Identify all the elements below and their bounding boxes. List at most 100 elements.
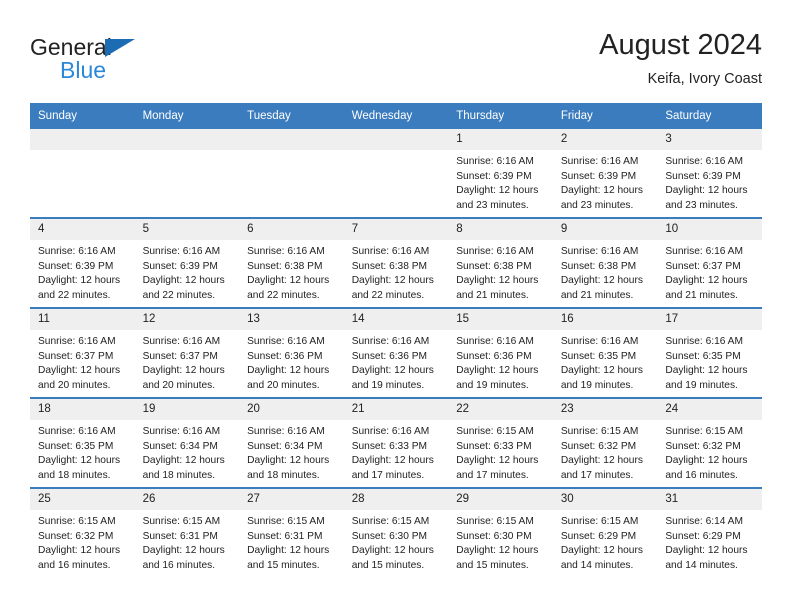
sunrise-text: Sunrise: 6:15 AM: [456, 426, 534, 437]
daylight-text: Daylight: 12 hours and 20 minutes.: [142, 365, 225, 391]
calendar-day-cell[interactable]: 31 Sunrise: 6:14 AM Sunset: 6:29 PM Dayl…: [657, 487, 762, 577]
daylight-text: Daylight: 12 hours and 14 minutes.: [560, 545, 643, 571]
calendar-day-cell[interactable]: 30 Sunrise: 6:15 AM Sunset: 6:29 PM Dayl…: [552, 487, 658, 577]
calendar-day-cell[interactable]: 8 Sunrise: 6:16 AM Sunset: 6:38 PM Dayli…: [448, 217, 553, 308]
calendar-day-cell[interactable]: 12 Sunrise: 6:16 AM Sunset: 6:37 PM Dayl…: [134, 307, 240, 398]
daylight-text: Daylight: 12 hours and 23 minutes.: [665, 185, 748, 211]
day-sun-info: Sunrise: 6:16 AM Sunset: 6:38 PM Dayligh…: [344, 240, 449, 303]
page-title: August 2024: [599, 29, 762, 61]
weekday-header-thursday: Thursday: [448, 103, 553, 129]
daylight-text: Daylight: 12 hours and 15 minutes.: [456, 545, 539, 571]
day-number: 6: [239, 219, 344, 240]
day-sun-info: Sunrise: 6:16 AM Sunset: 6:37 PM Dayligh…: [30, 330, 135, 393]
calendar-week-row: 25 Sunrise: 6:15 AM Sunset: 6:32 PM Dayl…: [30, 487, 762, 577]
day-sun-info: Sunrise: 6:16 AM Sunset: 6:33 PM Dayligh…: [344, 420, 449, 483]
sunrise-text: Sunrise: 6:16 AM: [665, 246, 743, 257]
calendar-day-cell[interactable]: 26 Sunrise: 6:15 AM Sunset: 6:31 PM Dayl…: [134, 487, 240, 577]
calendar-day-cell[interactable]: 14 Sunrise: 6:16 AM Sunset: 6:36 PM Dayl…: [343, 307, 449, 398]
day-sun-info: Sunrise: 6:15 AM Sunset: 6:32 PM Dayligh…: [657, 420, 762, 483]
day-sun-info: Sunrise: 6:16 AM Sunset: 6:38 PM Dayligh…: [553, 240, 658, 303]
daylight-text: Daylight: 12 hours and 22 minutes.: [142, 275, 225, 301]
day-sun-info: Sunrise: 6:15 AM Sunset: 6:31 PM Dayligh…: [239, 510, 344, 573]
daylight-text: Daylight: 12 hours and 23 minutes.: [560, 185, 643, 211]
sunrise-text: Sunrise: 6:16 AM: [560, 246, 639, 257]
daylight-text: Daylight: 12 hours and 14 minutes.: [665, 545, 748, 571]
calendar-day-cell[interactable]: 21 Sunrise: 6:16 AM Sunset: 6:33 PM Dayl…: [343, 397, 449, 488]
weekday-header-tuesday: Tuesday: [239, 103, 344, 129]
page-header: General Blue August 2024 Keifa, Ivory Co…: [30, 28, 762, 100]
day-number: 8: [448, 219, 553, 240]
calendar-day-cell[interactable]: 28 Sunrise: 6:15 AM Sunset: 6:30 PM Dayl…: [343, 487, 449, 577]
brand-logo[interactable]: General Blue: [30, 34, 290, 82]
calendar-day-cell[interactable]: 17 Sunrise: 6:16 AM Sunset: 6:35 PM Dayl…: [657, 307, 762, 398]
calendar-day-cell[interactable]: 4 Sunrise: 6:16 AM Sunset: 6:39 PM Dayli…: [30, 217, 135, 308]
sunrise-text: Sunrise: 6:16 AM: [38, 426, 116, 437]
daylight-text: Daylight: 12 hours and 19 minutes.: [456, 365, 539, 391]
day-number: [30, 129, 135, 150]
calendar-day-cell[interactable]: [134, 129, 240, 218]
calendar-week-row: 1 Sunrise: 6:16 AM Sunset: 6:39 PM Dayli…: [30, 129, 762, 218]
weekday-header-friday: Friday: [552, 103, 658, 129]
sunrise-text: Sunrise: 6:15 AM: [351, 516, 430, 527]
calendar-day-cell[interactable]: 11 Sunrise: 6:16 AM Sunset: 6:37 PM Dayl…: [30, 307, 135, 398]
sunset-text: Sunset: 6:38 PM: [247, 260, 323, 272]
day-number: 2: [552, 129, 658, 150]
day-number: 15: [448, 309, 553, 330]
calendar-day-cell[interactable]: [343, 129, 449, 218]
day-sun-info: Sunrise: 6:15 AM Sunset: 6:30 PM Dayligh…: [448, 510, 553, 573]
day-number: 4: [30, 219, 135, 240]
calendar-day-cell[interactable]: 18 Sunrise: 6:16 AM Sunset: 6:35 PM Dayl…: [30, 397, 135, 488]
day-sun-info: Sunrise: 6:16 AM Sunset: 6:34 PM Dayligh…: [135, 420, 240, 483]
page-subtitle: Keifa, Ivory Coast: [647, 71, 762, 87]
weekday-header-wednesday: Wednesday: [343, 103, 449, 129]
calendar-day-cell[interactable]: 5 Sunrise: 6:16 AM Sunset: 6:39 PM Dayli…: [134, 217, 240, 308]
daylight-text: Daylight: 12 hours and 17 minutes.: [560, 455, 643, 481]
calendar-week-row: 11 Sunrise: 6:16 AM Sunset: 6:37 PM Dayl…: [30, 307, 762, 398]
calendar-day-cell[interactable]: 6 Sunrise: 6:16 AM Sunset: 6:38 PM Dayli…: [239, 217, 344, 308]
weekday-header-sunday: Sunday: [30, 103, 135, 129]
weekday-header-row: Sunday Monday Tuesday Wednesday Thursday…: [30, 103, 762, 129]
sunrise-text: Sunrise: 6:14 AM: [665, 516, 743, 527]
daylight-text: Daylight: 12 hours and 21 minutes.: [560, 275, 643, 301]
sunrise-text: Sunrise: 6:16 AM: [351, 426, 430, 437]
daylight-text: Daylight: 12 hours and 20 minutes.: [38, 365, 121, 391]
day-number: 7: [343, 219, 449, 240]
calendar-day-cell[interactable]: 15 Sunrise: 6:16 AM Sunset: 6:36 PM Dayl…: [448, 307, 553, 398]
sunrise-text: Sunrise: 6:15 AM: [560, 426, 639, 437]
calendar-day-cell[interactable]: 10 Sunrise: 6:16 AM Sunset: 6:37 PM Dayl…: [657, 217, 762, 308]
calendar-day-cell[interactable]: 24 Sunrise: 6:15 AM Sunset: 6:32 PM Dayl…: [657, 397, 762, 488]
day-number: 17: [657, 309, 762, 330]
sunrise-text: Sunrise: 6:16 AM: [456, 246, 534, 257]
day-sun-info: Sunrise: 6:15 AM Sunset: 6:32 PM Dayligh…: [553, 420, 658, 483]
day-sun-info: Sunrise: 6:15 AM Sunset: 6:30 PM Dayligh…: [344, 510, 449, 573]
calendar-day-cell[interactable]: 7 Sunrise: 6:16 AM Sunset: 6:38 PM Dayli…: [343, 217, 449, 308]
calendar-day-cell[interactable]: 29 Sunrise: 6:15 AM Sunset: 6:30 PM Dayl…: [448, 487, 553, 577]
calendar-day-cell[interactable]: 3 Sunrise: 6:16 AM Sunset: 6:39 PM Dayli…: [657, 129, 762, 218]
calendar-day-cell[interactable]: 20 Sunrise: 6:16 AM Sunset: 6:34 PM Dayl…: [239, 397, 344, 488]
daylight-text: Daylight: 12 hours and 18 minutes.: [142, 455, 225, 481]
day-number: 14: [343, 309, 449, 330]
day-sun-info: Sunrise: 6:16 AM Sunset: 6:38 PM Dayligh…: [239, 240, 344, 303]
sunset-text: Sunset: 6:30 PM: [351, 530, 428, 542]
sunset-text: Sunset: 6:32 PM: [560, 440, 637, 452]
sunset-text: Sunset: 6:38 PM: [351, 260, 428, 272]
calendar-day-cell[interactable]: 23 Sunrise: 6:15 AM Sunset: 6:32 PM Dayl…: [552, 397, 658, 488]
sunset-text: Sunset: 6:35 PM: [665, 350, 741, 362]
calendar-day-cell[interactable]: 9 Sunrise: 6:16 AM Sunset: 6:38 PM Dayli…: [552, 217, 658, 308]
calendar-day-cell[interactable]: 19 Sunrise: 6:16 AM Sunset: 6:34 PM Dayl…: [134, 397, 240, 488]
calendar-day-cell[interactable]: 22 Sunrise: 6:15 AM Sunset: 6:33 PM Dayl…: [448, 397, 553, 488]
sunrise-text: Sunrise: 6:15 AM: [247, 516, 325, 527]
sunset-text: Sunset: 6:37 PM: [38, 350, 114, 362]
calendar-day-cell[interactable]: 25 Sunrise: 6:15 AM Sunset: 6:32 PM Dayl…: [30, 487, 135, 577]
calendar-day-cell[interactable]: 16 Sunrise: 6:16 AM Sunset: 6:35 PM Dayl…: [552, 307, 658, 398]
calendar-day-cell[interactable]: [30, 129, 135, 218]
calendar-day-cell[interactable]: [239, 129, 344, 218]
day-number: 21: [343, 399, 449, 420]
calendar-day-cell[interactable]: 1 Sunrise: 6:16 AM Sunset: 6:39 PM Dayli…: [448, 129, 553, 218]
calendar-day-cell[interactable]: 2 Sunrise: 6:16 AM Sunset: 6:39 PM Dayli…: [552, 129, 658, 218]
calendar-day-cell[interactable]: 27 Sunrise: 6:15 AM Sunset: 6:31 PM Dayl…: [239, 487, 344, 577]
sunrise-text: Sunrise: 6:16 AM: [247, 426, 325, 437]
calendar-day-cell[interactable]: 13 Sunrise: 6:16 AM Sunset: 6:36 PM Dayl…: [239, 307, 344, 398]
day-sun-info: Sunrise: 6:15 AM Sunset: 6:31 PM Dayligh…: [135, 510, 240, 573]
day-sun-info: Sunrise: 6:16 AM Sunset: 6:36 PM Dayligh…: [239, 330, 344, 393]
